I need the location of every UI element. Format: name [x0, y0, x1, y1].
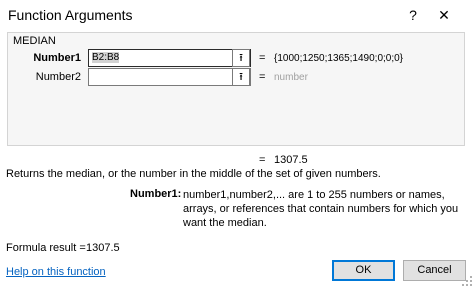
number1-input[interactable]: B2:B8 [88, 49, 251, 67]
formula-result-label: Formula result = [6, 242, 86, 254]
argument-help-label: Number1: [130, 188, 182, 200]
number1-label: Number1 [33, 52, 81, 64]
help-on-function-link[interactable]: Help on this function [6, 266, 106, 278]
result-equals: = [259, 154, 266, 166]
number2-equals: = [259, 71, 266, 83]
function-description: Returns the median, or the number in the… [6, 168, 381, 180]
number2-collapse-button[interactable]: ⭱ [232, 68, 250, 86]
cancel-button[interactable]: Cancel [403, 260, 466, 281]
ok-button[interactable]: OK [332, 260, 395, 281]
argument-help-text: number1,number2,... are 1 to 255 numbers… [183, 189, 459, 229]
number1-input-value: B2:B8 [92, 52, 120, 63]
collapse-arrow-icon: ⭱ [239, 71, 243, 83]
number1-equals: = [259, 52, 266, 64]
formula-result-value: 1307.5 [86, 242, 120, 254]
help-question-button[interactable]: ? [403, 4, 423, 26]
number2-evaluated: number [274, 72, 308, 83]
number1-evaluated: {1000;1250;1365;1490;0;0;0} [274, 53, 404, 64]
number1-collapse-button[interactable]: ⭱ [232, 49, 250, 67]
dialog-title: Function Arguments [8, 7, 133, 23]
number2-label: Number2 [35, 71, 81, 83]
function-name: MEDIAN [13, 35, 56, 47]
close-button[interactable]: ✕ [430, 2, 458, 28]
result-preview-value: 1307.5 [274, 154, 308, 166]
collapse-arrow-icon: ⭱ [239, 52, 243, 64]
resize-grip-icon[interactable] [462, 276, 472, 286]
number2-input[interactable] [88, 68, 251, 86]
